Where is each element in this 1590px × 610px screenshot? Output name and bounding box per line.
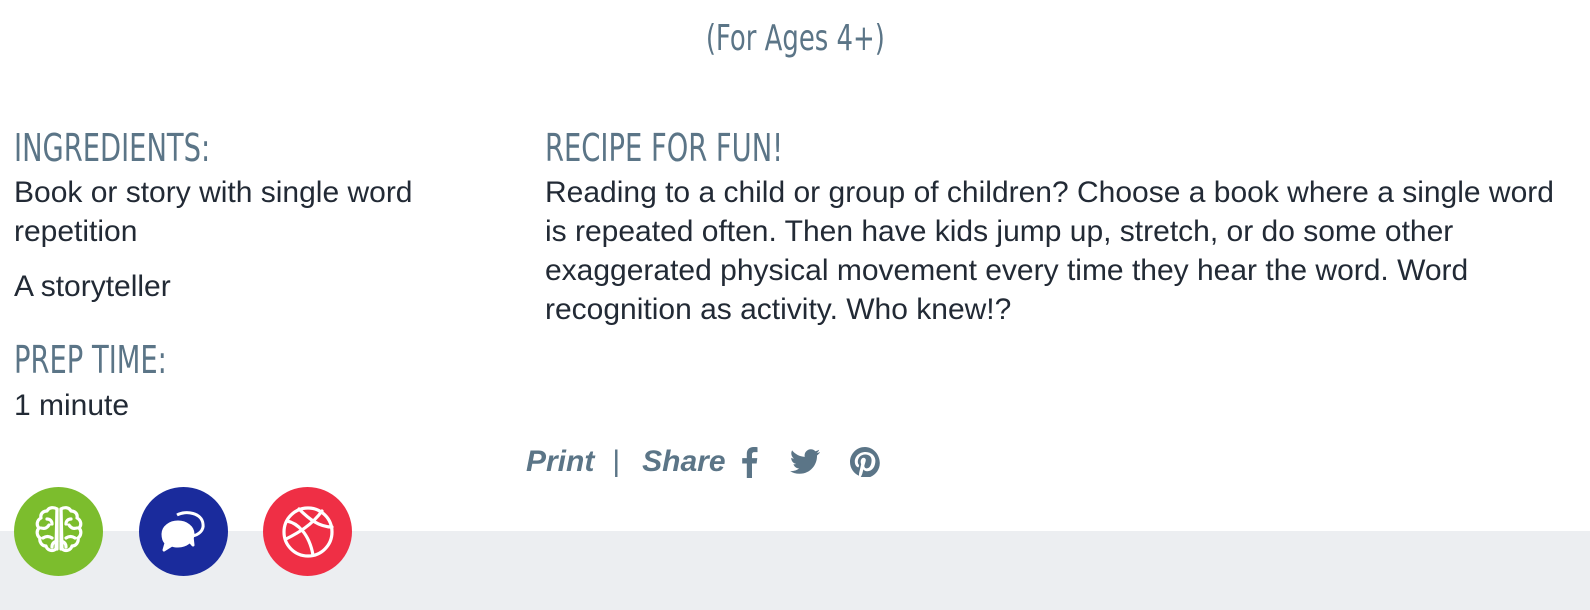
chat-badge[interactable] (139, 487, 228, 576)
basketball-icon (281, 505, 334, 558)
recipe-heading: Recipe for Fun! (545, 126, 784, 170)
action-bar: Print | Share (526, 442, 880, 482)
prep-time-heading: Prep Time: (14, 338, 167, 382)
chat-bubbles-icon (161, 510, 205, 551)
pinterest-icon[interactable] (849, 447, 880, 477)
prep-time-value: 1 minute (14, 389, 130, 422)
age-title-text: (For Ages 4+) (705, 18, 885, 59)
footer-band (0, 531, 1590, 610)
share-label: Share (642, 445, 726, 478)
age-title: (For Ages 4+) (0, 18, 1590, 59)
ingredient-item: A storyteller (14, 270, 171, 303)
twitter-icon[interactable] (789, 449, 820, 475)
action-separator: | (612, 445, 621, 478)
print-link[interactable]: Print (526, 445, 594, 479)
basketball-badge[interactable] (263, 487, 352, 576)
facebook-icon[interactable] (740, 446, 758, 478)
brain-icon (35, 505, 82, 552)
ingredient-item: Book or story with single word repetitio… (14, 176, 413, 248)
brain-badge[interactable] (14, 487, 103, 576)
recipe-body: Reading to a child or group of children?… (545, 176, 1554, 326)
ingredients-heading: Ingredients: (14, 126, 211, 170)
